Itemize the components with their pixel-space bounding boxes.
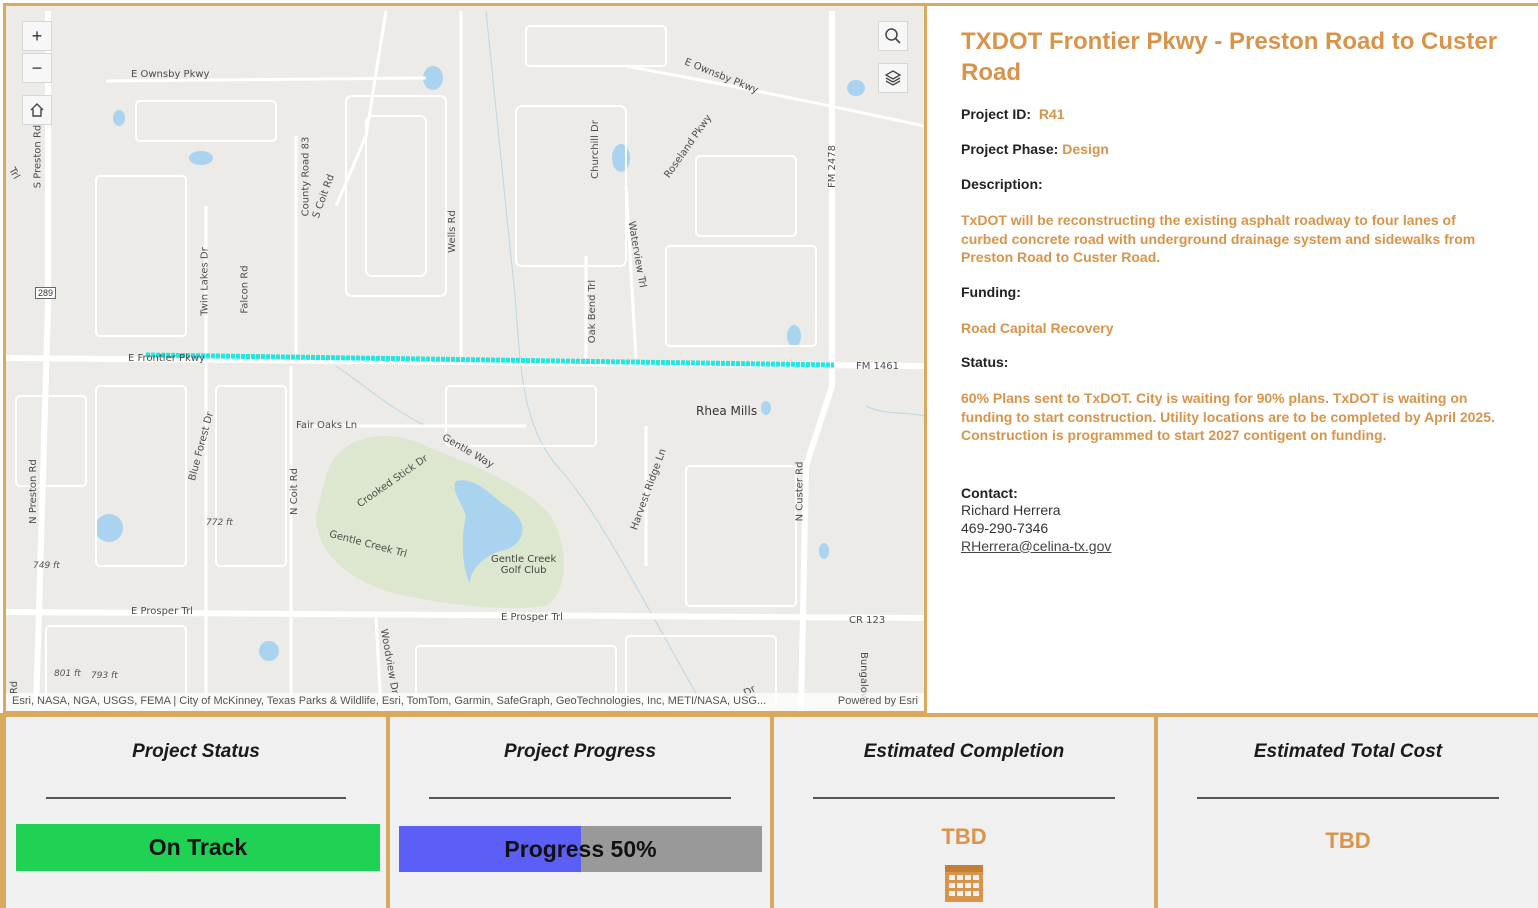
contact-email-link[interactable]: RHerrera@celina-tx.gov [961, 537, 1504, 555]
funding-text: Road Capital Recovery [961, 319, 1114, 336]
home-icon [30, 103, 44, 117]
layers-button[interactable] [878, 63, 908, 93]
project-id-row: Project ID: R41 [961, 106, 1504, 122]
powered-by-link[interactable]: Powered by Esri [838, 695, 918, 709]
contact-label: Contact: [961, 484, 1018, 501]
road-label: CR 123 [849, 615, 886, 626]
road-label: N Custer Rd [794, 461, 806, 522]
card-title: Estimated Completion [863, 741, 1065, 762]
home-button[interactable] [22, 95, 52, 125]
card-title: Project Progress [503, 741, 657, 762]
search-icon [885, 28, 901, 44]
progress-bar: Progress 50% [399, 826, 762, 872]
elevation-label: 749 ft [33, 561, 60, 571]
divider [429, 797, 731, 799]
elevation-label: 801 ft [54, 669, 81, 679]
status-text: 60% Plans sent to TxDOT. City is waiting… [961, 390, 1495, 443]
map-attribution: Esri, NASA, NGA, USGS, FEMA | City of Mc… [6, 693, 924, 711]
road-label: N Preston Rd [27, 459, 39, 524]
calendar-icon [945, 865, 983, 902]
road-label: Wells Rd [446, 210, 458, 253]
project-status-card: Project Status On Track [6, 717, 386, 908]
description-label: Description: [961, 176, 1043, 192]
project-phase-label: Project Phase: [961, 141, 1059, 157]
road-label: Fair Oaks Ln [296, 420, 358, 431]
road-label: FM 1461 [856, 361, 900, 372]
road-label: Twin Lakes Dr [199, 247, 211, 316]
road-label: N Coit Rd [288, 468, 300, 515]
estimated-cost-card: Estimated Total Cost TBD [1158, 717, 1538, 908]
contact-name: Richard Herrera [961, 501, 1061, 518]
card-title: Estimated Total Cost [1253, 741, 1443, 762]
elevation-label: 772 ft [206, 518, 233, 528]
project-id-value: R41 [1038, 106, 1065, 122]
cost-value: TBD [1325, 828, 1371, 853]
project-details-panel: TXDOT Frontier Pkwy - Preston Road to Cu… [927, 3, 1538, 714]
road-label: Falcon Rd [239, 265, 251, 314]
project-title: TXDOT Frontier Pkwy - Preston Road to Cu… [961, 28, 1498, 86]
completion-value: TBD [941, 824, 987, 849]
card-title: Project Status [132, 741, 260, 762]
divider [813, 797, 1115, 799]
elevation-label: 793 ft [91, 671, 118, 681]
road-label: E Prosper Trl [131, 606, 193, 617]
divider [46, 797, 346, 799]
road-label: E Ownsby Pkwy [131, 69, 210, 80]
status-label: Status: [961, 354, 1009, 370]
funding-label: Funding: [961, 283, 1021, 300]
road-label: E Prosper Trl [501, 612, 563, 623]
attribution-text: Esri, NASA, NGA, USGS, FEMA | City of Mc… [12, 695, 767, 707]
map-view[interactable]: E Ownsby Pkwy E Ownsby Pkwy S Preston Rd… [3, 3, 927, 714]
layers-icon [884, 70, 902, 86]
project-phase-row: Project Phase: Design [961, 141, 1504, 157]
road-label: E Frontier Pkwy [128, 353, 205, 364]
road-label: Churchill Dr [589, 120, 601, 179]
road-label: Oak Bend Trl [587, 279, 599, 344]
project-id-label: Project ID: [961, 106, 1032, 122]
estimated-completion-card: Estimated Completion TBD [774, 717, 1154, 908]
contact-phone: 469-290-7346 [961, 519, 1049, 536]
status-indicator: On Track [16, 824, 380, 871]
search-button[interactable] [878, 21, 908, 51]
dashboard: E Ownsby Pkwy E Ownsby Pkwy S Preston Rd… [0, 0, 1538, 908]
progress-label: Progress 50% [504, 835, 657, 862]
golf-club-label: Gentle Creek Golf Club [491, 554, 557, 576]
road-label: S Preston Rd [32, 124, 44, 189]
place-label: Rhea Mills [696, 404, 758, 418]
summary-cards: Project Status On Track Project Progress… [0, 713, 1538, 908]
road-label: FM 2478 [827, 144, 839, 189]
zoom-out-button[interactable]: − [22, 53, 52, 83]
project-phase-value: Design [1062, 141, 1109, 157]
road-label: County Road 83 [300, 136, 312, 217]
highway-shield: 289 [35, 287, 57, 299]
project-progress-card: Project Progress Progress 50% [390, 717, 770, 908]
divider [1197, 797, 1499, 799]
zoom-in-button[interactable]: + [22, 21, 52, 51]
description-text: TxDOT will be reconstructing the existin… [961, 212, 1476, 265]
